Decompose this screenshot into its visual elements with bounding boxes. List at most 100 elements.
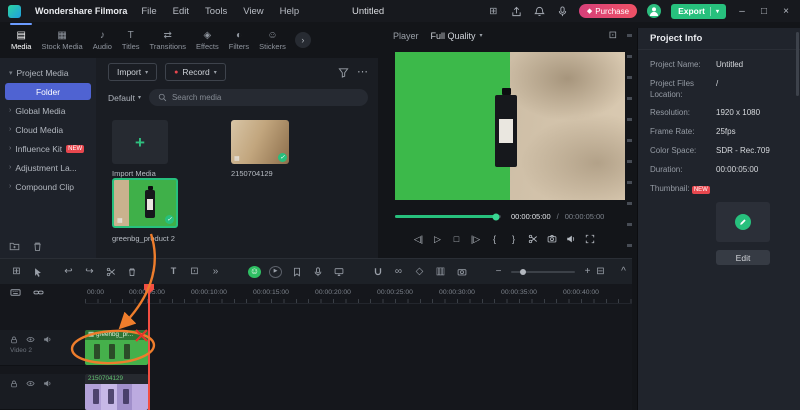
minimize-button[interactable]: – <box>736 6 748 17</box>
progress-handle[interactable] <box>492 213 499 220</box>
sidebar-item-adjustment-layer[interactable]: › Adjustment La... <box>0 158 96 177</box>
notification-bell-icon[interactable] <box>533 5 546 18</box>
menu-view[interactable]: View <box>243 6 263 17</box>
more-options-icon[interactable]: ⋯ <box>357 67 368 78</box>
select-tool-icon[interactable] <box>31 267 44 277</box>
emoji-sticker-icon[interactable]: ☺ <box>248 266 261 278</box>
volume-button[interactable] <box>566 234 576 244</box>
zoom-out-icon[interactable]: − <box>492 267 505 277</box>
next-frame-button[interactable]: |▷ <box>471 235 481 244</box>
zoom-in-icon[interactable]: + <box>581 267 594 277</box>
mark-out-button[interactable]: } <box>509 235 519 244</box>
share-upload-icon[interactable] <box>510 5 523 18</box>
collapse-timeline-icon[interactable]: ^ <box>617 267 630 277</box>
motion-tracking-icon[interactable]: ▶ <box>269 266 282 278</box>
split-button[interactable] <box>528 234 538 244</box>
search-box[interactable] <box>149 89 368 106</box>
filter-funnel-icon[interactable] <box>338 67 349 78</box>
menu-edit[interactable]: Edit <box>173 6 189 17</box>
chevron-down-icon[interactable]: ▾ <box>716 8 719 15</box>
sidebar-item-folder[interactable]: Folder <box>5 83 91 100</box>
crop-icon[interactable]: ⊡ <box>188 267 201 277</box>
sidebar-item-influence-kit[interactable]: › Influence Kit NEW <box>0 139 96 158</box>
sidebar-item-cloud-media[interactable]: › Cloud Media <box>0 120 96 139</box>
microphone-icon[interactable] <box>556 5 569 18</box>
split-scissors-icon[interactable] <box>104 267 117 277</box>
tab-transitions[interactable]: ⇄ Transitions <box>145 28 191 53</box>
export-button[interactable]: Export ▾ <box>671 4 726 19</box>
lock-track-icon[interactable] <box>10 380 18 388</box>
user-avatar[interactable] <box>647 4 661 18</box>
menu-tools[interactable]: Tools <box>205 6 227 17</box>
snapshot-icon[interactable] <box>455 267 468 277</box>
voiceover-mic-icon[interactable] <box>311 267 324 277</box>
timeline-clip-2150704129[interactable]: 2150704129 <box>85 374 148 410</box>
timeline-clip-greenbg[interactable]: ▦ greenbg_pr... <box>85 330 148 365</box>
mute-track-icon[interactable] <box>43 335 52 344</box>
lock-track-icon[interactable] <box>10 336 18 344</box>
hide-track-icon[interactable] <box>26 335 35 344</box>
media-item-greenbg-product-2[interactable]: ▦ ✓ <box>112 178 178 228</box>
zoom-to-fit-icon[interactable]: ⊟ <box>594 267 607 277</box>
grid-view-icon[interactable]: ⊞ <box>10 267 23 277</box>
mark-in-button[interactable]: { <box>490 235 500 244</box>
quality-dropdown[interactable]: Full Quality ▾ <box>431 31 483 41</box>
edit-thumbnail-icon[interactable] <box>735 214 751 230</box>
tab-effects[interactable]: ◈ Effects <box>191 28 224 53</box>
marker-icon[interactable] <box>290 267 303 277</box>
link-chain-icon[interactable] <box>33 287 44 298</box>
import-button[interactable]: Import ▾ <box>108 63 157 81</box>
sidebar-item-project-media[interactable]: ▾ Project Media <box>0 63 96 82</box>
text-tool-icon[interactable]: T <box>167 267 180 276</box>
media-item-2150704129[interactable]: ▦ ✓ <box>231 120 289 164</box>
workspace-layout-icon[interactable]: ⊞ <box>487 5 500 18</box>
edit-project-button[interactable]: Edit <box>716 250 770 265</box>
tab-stock-media[interactable]: ▦ Stock Media <box>36 28 87 53</box>
speed-icon[interactable]: ◔ <box>146 267 159 277</box>
thumbnail-preview[interactable] <box>716 202 770 242</box>
stop-button[interactable]: □ <box>452 235 462 244</box>
zoom-slider[interactable] <box>511 271 575 273</box>
import-media-tile[interactable]: + <box>112 120 168 164</box>
search-input[interactable] <box>172 93 359 102</box>
record-button[interactable]: ● Record ▾ <box>165 63 226 81</box>
magnet-snap-icon[interactable] <box>371 267 384 277</box>
tab-audio[interactable]: ♪ Audio <box>88 28 117 53</box>
snapshot-camera-button[interactable] <box>547 234 557 244</box>
delete-icon[interactable] <box>125 267 138 277</box>
sidebar-item-global-media[interactable]: › Global Media <box>0 101 96 120</box>
delete-folder-icon[interactable] <box>32 241 43 252</box>
keyboard-shortcut-icon[interactable] <box>10 287 21 298</box>
menu-file[interactable]: File <box>141 6 156 17</box>
previous-frame-button[interactable]: ◁| <box>414 235 424 244</box>
link-clips-icon[interactable]: ∞ <box>392 267 405 277</box>
tabs-overflow-button[interactable]: › <box>295 32 311 48</box>
close-button[interactable]: × <box>780 6 792 17</box>
timeline-ruler[interactable]: 00:00 00:00:05:00 00:00:10:00 00:00:15:0… <box>85 284 632 304</box>
tab-media[interactable]: ▤ Media <box>6 28 36 53</box>
purchase-button[interactable]: ◆ Purchase <box>579 4 637 18</box>
redo-icon[interactable]: ↪ <box>83 267 96 277</box>
mute-track-icon[interactable] <box>43 379 52 388</box>
more-tools-icon[interactable]: » <box>209 267 222 277</box>
tab-stickers[interactable]: ☺ Stickers <box>254 28 291 53</box>
project-info-scrollbar[interactable] <box>796 32 799 96</box>
maximize-button[interactable]: □ <box>758 6 770 17</box>
panel-resize-handle[interactable] <box>627 34 632 256</box>
render-preview-icon[interactable]: ▥ <box>434 267 447 277</box>
sort-dropdown[interactable]: Default ▾ <box>108 93 141 103</box>
menu-help[interactable]: Help <box>280 6 300 17</box>
screen-record-icon[interactable] <box>332 267 345 277</box>
undo-icon[interactable]: ↩ <box>62 267 75 277</box>
tab-titles[interactable]: T Titles <box>117 28 145 53</box>
keyframe-icon[interactable]: ◇ <box>413 267 426 277</box>
playhead[interactable] <box>148 284 150 410</box>
fullscreen-button[interactable] <box>585 234 595 244</box>
zoom-slider-handle[interactable] <box>520 269 526 275</box>
detach-player-icon[interactable]: ⊡ <box>609 30 617 41</box>
hide-track-icon[interactable] <box>26 379 35 388</box>
sidebar-item-compound-clip[interactable]: › Compound Clip <box>0 177 96 196</box>
playback-progress-bar[interactable] <box>395 215 501 218</box>
new-folder-icon[interactable] <box>9 241 20 252</box>
tab-filters[interactable]: ◐ Filters <box>224 28 254 53</box>
